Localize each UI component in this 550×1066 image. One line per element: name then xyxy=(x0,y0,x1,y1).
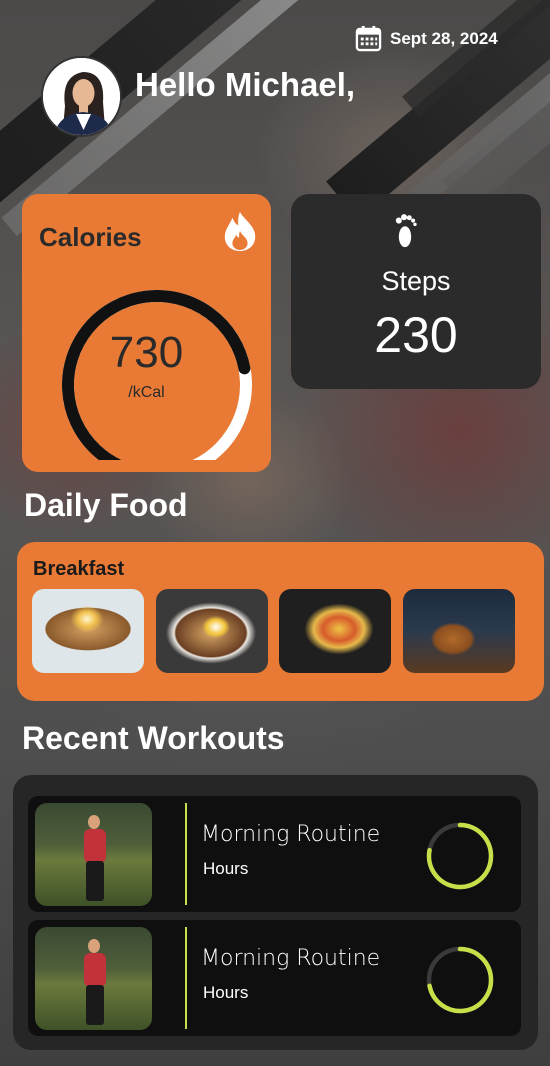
runner-figure xyxy=(86,861,104,901)
progress-arc xyxy=(62,290,251,460)
workouts-panel: Morning Routine Hours Morning Routine Ho… xyxy=(13,775,538,1050)
runner-figure xyxy=(88,815,100,829)
workout-item[interactable]: Morning Routine Hours xyxy=(28,920,521,1036)
greeting-text: Hello Michael, xyxy=(135,66,356,103)
calories-card[interactable]: Calories 730 /kCal xyxy=(22,194,271,472)
runner-figure xyxy=(86,985,104,1025)
workout-subtitle: Hours xyxy=(203,983,249,1002)
workout-thumbnail xyxy=(35,803,152,906)
workout-progress-ring xyxy=(426,822,494,890)
steps-label: Steps xyxy=(381,266,451,296)
workout-subtitle: Hours xyxy=(203,859,249,878)
food-image-fried-egg-toast[interactable] xyxy=(156,589,268,673)
runner-figure xyxy=(84,953,106,987)
workout-thumbnail xyxy=(35,927,152,1030)
workout-title: Morning Routine xyxy=(201,946,381,971)
steps-value: 230 xyxy=(374,307,458,363)
date-text: Sept 28, 2024 xyxy=(390,28,498,48)
date-display[interactable]: Sept 28, 2024 xyxy=(355,25,498,52)
workout-divider xyxy=(185,803,187,905)
workout-divider xyxy=(185,927,187,1029)
avatar[interactable] xyxy=(41,56,122,137)
calendar-icon xyxy=(355,25,382,52)
meal-label: Breakfast xyxy=(33,558,125,580)
food-image-frittata[interactable] xyxy=(279,589,391,673)
recent-workouts-heading: Recent Workouts xyxy=(22,720,285,756)
runner-figure xyxy=(88,939,100,953)
workout-item[interactable]: Morning Routine Hours xyxy=(28,796,521,912)
workout-title: Morning Routine xyxy=(201,822,381,847)
workout-progress-ring xyxy=(426,946,494,1014)
breakfast-card[interactable]: Breakfast xyxy=(17,542,544,701)
calories-title: Calories xyxy=(39,222,142,252)
flame-icon xyxy=(224,212,256,251)
calories-unit: /kCal xyxy=(128,384,165,401)
footprint-icon xyxy=(395,214,417,248)
food-image-avocado-egg-toast[interactable] xyxy=(32,589,144,673)
runner-figure xyxy=(84,829,106,863)
food-image-pancakes[interactable] xyxy=(403,589,515,673)
steps-card[interactable]: Steps 230 xyxy=(291,194,541,389)
daily-food-heading: Daily Food xyxy=(24,487,188,523)
calories-value: 730 xyxy=(109,328,184,377)
